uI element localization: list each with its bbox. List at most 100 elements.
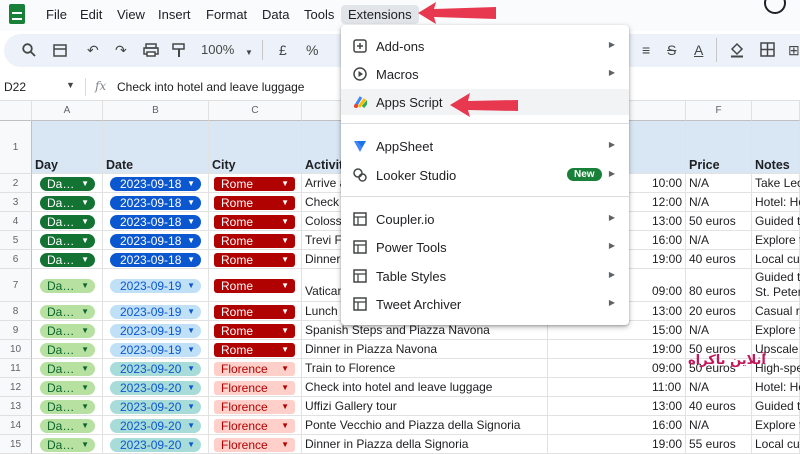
menu-tools[interactable]: Tools [304,7,334,22]
row-header[interactable]: 15 [0,435,32,454]
day-dropdown-chip[interactable]: Da… ▼ [40,381,95,395]
name-box[interactable]: D22 [4,80,26,94]
city-dropdown-chip[interactable]: Rome ▼ [214,196,295,210]
day-dropdown-chip[interactable]: Da… ▼ [40,177,95,191]
city-dropdown-chip[interactable]: Florence ▼ [214,362,295,376]
day-dropdown-chip[interactable]: Da… ▼ [40,400,95,414]
day-dropdown-chip[interactable]: Da… ▼ [40,279,95,293]
city-dropdown-chip[interactable]: Rome ▼ [214,305,295,319]
menu-format[interactable]: Format [206,7,247,22]
city-dropdown-chip[interactable]: Rome ▼ [214,279,295,293]
print-icon[interactable] [143,43,159,57]
header-cell-date[interactable]: Date [103,121,209,174]
day-dropdown-chip[interactable]: Da… ▼ [40,234,95,248]
date-dropdown-chip[interactable]: 2023-09-20 ▼ [110,400,201,414]
row-header[interactable]: 13 [0,397,32,416]
currency-format-button[interactable]: £ [279,42,287,58]
date-dropdown-chip[interactable]: 2023-09-18 ▼ [110,177,201,191]
date-dropdown-chip[interactable]: 2023-09-18 ▼ [110,234,201,248]
day-dropdown-chip[interactable]: Da… ▼ [40,215,95,229]
day-dropdown-chip[interactable]: Da… ▼ [40,196,95,210]
date-dropdown-chip[interactable]: 2023-09-19 ▼ [110,324,201,338]
row-header[interactable]: 3 [0,193,32,212]
header-cell-city[interactable]: City [209,121,302,174]
date-dropdown-chip[interactable]: 2023-09-18 ▼ [110,196,201,210]
percent-format-button[interactable]: % [306,42,318,58]
day-dropdown-chip[interactable]: Da… ▼ [40,362,95,376]
undo-icon[interactable]: ↶ [87,42,99,58]
zoom-select[interactable]: 100% [201,42,234,58]
menu-item-table-styles[interactable]: Table Styles ▶ [341,263,629,289]
row-header[interactable]: 2 [0,174,32,193]
row-header[interactable]: 14 [0,416,32,435]
day-dropdown-chip[interactable]: Da… ▼ [40,305,95,319]
column-header-b[interactable]: B [103,101,209,121]
menu-edit[interactable]: Edit [80,7,102,22]
name-box-chevron-down-icon[interactable]: ▼ [66,80,75,90]
menu-item-tweet-archiver[interactable]: Tweet Archiver ▶ [341,291,629,317]
header-cell-day[interactable]: Day [32,121,103,174]
menu-item-looker-studio[interactable]: Looker Studio New ▶ [341,162,629,188]
menu-item-coupler-io[interactable]: Coupler.io ▶ [341,206,629,232]
menu-extensions[interactable]: Extensions [341,5,419,24]
column-header-g[interactable] [752,101,800,121]
city-dropdown-chip[interactable]: Rome ▼ [214,324,295,338]
day-dropdown-chip[interactable]: Da… ▼ [40,419,95,433]
menu-item-appsheet[interactable]: AppSheet ▶ [341,133,629,159]
header-cell-price[interactable]: Price [686,121,752,174]
search-icon[interactable] [22,43,36,57]
day-dropdown-chip[interactable]: Da… ▼ [40,253,95,267]
day-dropdown-chip[interactable]: Da… ▼ [40,343,95,357]
date-dropdown-chip[interactable]: 2023-09-20 ▼ [110,381,201,395]
date-dropdown-chip[interactable]: 2023-09-20 ▼ [110,362,201,376]
merge-cells-icon[interactable]: ⊞ [788,42,800,58]
date-dropdown-chip[interactable]: 2023-09-18 ▼ [110,253,201,267]
date-dropdown-chip[interactable]: 2023-09-19 ▼ [110,279,201,293]
row-header[interactable]: 11 [0,359,32,378]
row-header[interactable]: 5 [0,231,32,250]
day-dropdown-chip[interactable]: Da… ▼ [40,324,95,338]
select-all-corner[interactable] [0,101,32,121]
menu-view[interactable]: View [117,7,145,22]
redo-icon[interactable]: ↷ [115,42,127,58]
borders-icon[interactable] [760,42,775,57]
fill-color-icon[interactable] [729,42,745,58]
city-dropdown-chip[interactable]: Rome ▼ [214,343,295,357]
city-dropdown-chip[interactable]: Florence ▼ [214,419,295,433]
column-header-a[interactable]: A [32,101,103,121]
strikethrough-icon[interactable]: S [667,42,676,58]
row-header[interactable]: 12 [0,378,32,397]
sheets-logo-icon[interactable] [9,4,25,24]
row-header[interactable]: 7 [0,269,32,302]
menu-item-add-ons[interactable]: Add-ons ▶ [341,33,629,59]
text-align-icon[interactable]: ≡ [642,42,650,58]
row-header[interactable]: 4 [0,212,32,231]
row-header[interactable]: 10 [0,340,32,359]
city-dropdown-chip[interactable]: Florence ▼ [214,400,295,414]
row-header[interactable]: 6 [0,250,32,269]
date-dropdown-chip[interactable]: 2023-09-19 ▼ [110,305,201,319]
menu-file[interactable]: File [46,7,67,22]
row-header[interactable]: 1 [0,121,32,174]
header-cell-notes[interactable]: Notes [752,121,800,174]
paint-format-icon[interactable] [172,43,186,58]
date-dropdown-chip[interactable]: 2023-09-18 ▼ [110,215,201,229]
zoom-chevron-down-icon[interactable]: ▼ [245,45,253,61]
city-dropdown-chip[interactable]: Rome ▼ [214,253,295,267]
date-dropdown-chip[interactable]: 2023-09-20 ▼ [110,419,201,433]
row-header[interactable]: 9 [0,321,32,340]
date-dropdown-chip[interactable]: 2023-09-19 ▼ [110,343,201,357]
city-dropdown-chip[interactable]: Rome ▼ [214,177,295,191]
menu-insert[interactable]: Insert [158,7,191,22]
menus-icon[interactable] [53,44,67,57]
text-color-icon[interactable]: A [694,42,703,58]
menu-item-power-tools[interactable]: Power Tools ▶ [341,234,629,260]
column-header-f[interactable]: F [686,101,752,121]
formula-input[interactable]: Check into hotel and leave luggage [117,80,304,94]
city-dropdown-chip[interactable]: Florence ▼ [214,381,295,395]
row-header[interactable]: 8 [0,302,32,321]
city-dropdown-chip[interactable]: Rome ▼ [214,215,295,229]
city-dropdown-chip[interactable]: Rome ▼ [214,234,295,248]
history-clock-icon[interactable] [764,0,786,14]
column-header-c[interactable]: C [209,101,302,121]
